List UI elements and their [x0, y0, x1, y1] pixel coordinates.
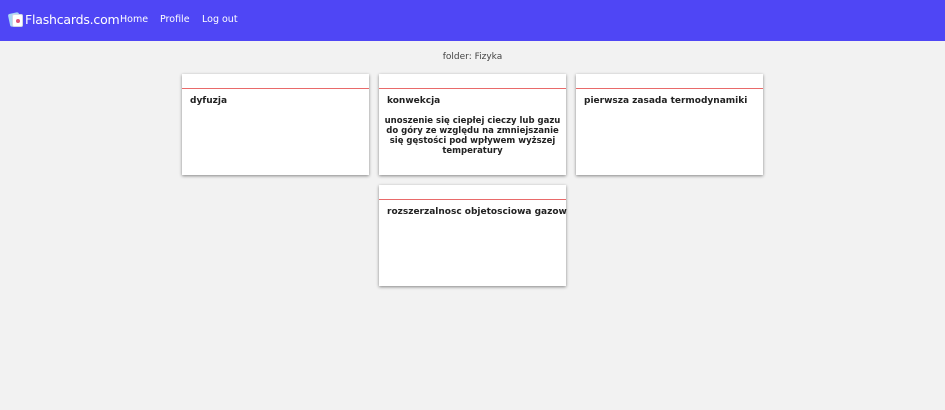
- card-definition: unoszenie się ciepłej cieczy lub gazu do…: [384, 116, 561, 156]
- card-header: [379, 74, 566, 89]
- card-header: [182, 74, 369, 89]
- flashcard[interactable]: rozszerzalnosc objetosciowa gazow: [379, 185, 567, 286]
- nav-logout-link[interactable]: Log out: [202, 14, 238, 25]
- nav-home-link[interactable]: Home: [120, 14, 148, 25]
- flashcard[interactable]: dyfuzja: [182, 74, 369, 175]
- card-term: konwekcja: [387, 96, 441, 106]
- folder-title: folder: Fizyka: [442, 52, 503, 62]
- navbar: Flashcards.com Home Profile Log out: [0, 0, 945, 41]
- card-definition: [576, 106, 763, 116]
- nav-profile-link[interactable]: Profile: [160, 14, 190, 25]
- card-term: dyfuzja: [190, 96, 228, 106]
- brand-name: Flashcards.com: [25, 12, 120, 27]
- flashcard[interactable]: konwekcja unoszenie się ciepłej cieczy l…: [379, 74, 566, 175]
- flashcards-logo-icon: [7, 11, 24, 28]
- card-term: rozszerzalnosc objetosciowa gazow: [387, 207, 567, 217]
- card-definition: [379, 217, 566, 227]
- flashcard[interactable]: pierwsza zasada termodynamiki: [576, 74, 763, 175]
- card-definition: [182, 106, 369, 116]
- card-term: pierwsza zasada termodynamiki: [584, 96, 748, 106]
- card-header: [379, 185, 566, 200]
- brand-link[interactable]: Flashcards.com: [7, 11, 120, 28]
- card-header: [576, 74, 763, 89]
